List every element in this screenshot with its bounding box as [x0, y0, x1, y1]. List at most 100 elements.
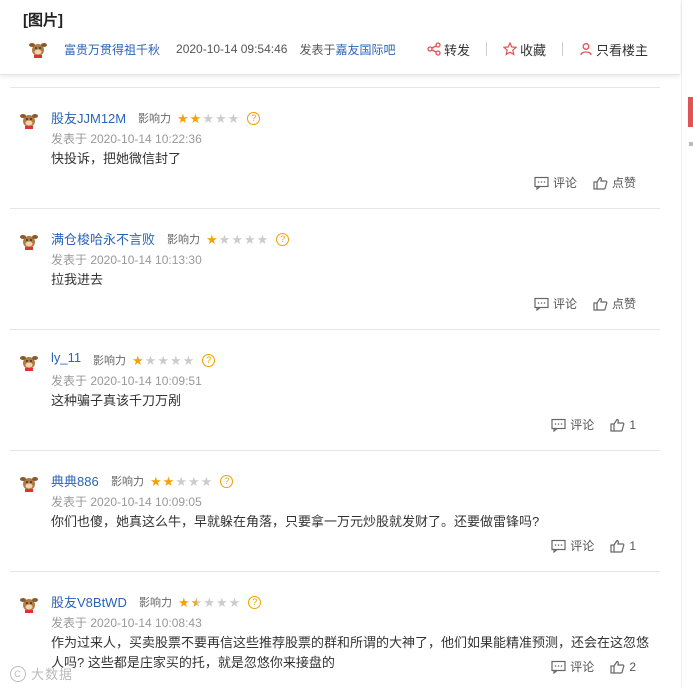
star-outline-icon	[502, 42, 517, 56]
divider	[485, 42, 487, 56]
reply-item: 股友V8BtWD 影响力 ★ ★ ★ ★ ★? 发表于 2020-10-14 10:08:43…	[10, 571, 660, 692]
influence-rating: 影响力 ★ ★ ★ ★ ★?	[167, 231, 290, 247]
reply-username[interactable]: 满仓梭哈永不言败	[51, 229, 155, 248]
reply-actions: 评论 1	[535, 537, 636, 554]
reply-time: 发表于 2020-10-14 10:09:51	[51, 374, 202, 388]
reply-content: 快投诉，把她微信封了	[51, 151, 182, 166]
comment-button[interactable]: 评论	[534, 174, 577, 191]
copyright-icon: C	[10, 665, 26, 682]
avatar[interactable]	[19, 352, 39, 372]
posted-in: 发表于嘉友国际吧	[299, 41, 395, 58]
reply-actions: 评论 1	[535, 416, 636, 433]
influence-label: 影响力	[167, 234, 200, 246]
reply-time: 发表于 2020-10-14 10:09:05	[51, 495, 202, 509]
star-icon: ★	[215, 594, 228, 610]
post-actions: 转发 收藏 只看楼主	[427, 38, 648, 60]
star-icon: ★	[218, 231, 231, 247]
comment-button[interactable]: 评论	[534, 295, 577, 312]
comment-button[interactable]: 评论	[551, 416, 594, 433]
help-icon[interactable]: ?	[276, 232, 290, 246]
avatar[interactable]	[19, 231, 39, 251]
comment-label: 评论	[552, 176, 577, 190]
influence-label: 影响力	[139, 597, 172, 609]
side-marker	[689, 142, 693, 146]
comment-label: 评论	[552, 297, 577, 311]
reply-content: 拉我进去	[51, 272, 104, 287]
person-icon	[580, 43, 592, 56]
like-count: 2	[629, 659, 636, 674]
help-icon[interactable]: ?	[247, 111, 261, 125]
reply-item: 股友JJM12M 影响力 ★ ★ ★ ★ ★? 发表于 2020-10-14 10:22:36…	[10, 87, 660, 208]
star-icon: ★	[206, 231, 218, 247]
influence-label: 影响力	[138, 113, 171, 125]
help-icon[interactable]: ?	[248, 595, 262, 609]
thumbs-up-icon	[593, 297, 608, 311]
star-icon: ★	[203, 594, 215, 610]
comment-label: 评论	[570, 539, 595, 553]
avatar[interactable]	[19, 473, 39, 493]
like-button[interactable]: 点赞	[593, 174, 636, 191]
star-icon: ★	[227, 110, 240, 126]
reply-username[interactable]: 股友V8BtWD	[51, 592, 127, 611]
comment-icon	[551, 660, 566, 674]
owner-only-button[interactable]: 只看楼主	[579, 40, 648, 59]
like-button[interactable]: 2	[610, 660, 636, 674]
like-button[interactable]: 点赞	[593, 295, 636, 312]
reply-username[interactable]: 股友JJM12M	[51, 108, 126, 127]
watermark: C 大数据	[10, 664, 73, 683]
reply-time: 发表于 2020-10-14 10:22:36	[51, 132, 202, 146]
reply-time: 发表于 2020-10-14 10:08:43	[51, 616, 202, 630]
comment-icon	[551, 418, 566, 432]
like-count: 1	[629, 538, 636, 553]
star-icon: ★	[214, 110, 227, 126]
influence-rating: 影响力 ★ ★ ★ ★ ★?	[93, 352, 216, 368]
forum-link[interactable]: 嘉友国际吧	[335, 43, 395, 57]
like-button[interactable]: 1	[610, 539, 636, 553]
reply-actions: 评论 点赞	[518, 174, 636, 191]
influence-stars: ★ ★ ★ ★ ★	[177, 112, 240, 125]
help-icon[interactable]: ?	[202, 353, 216, 367]
star-icon: ★	[178, 594, 190, 610]
avatar[interactable]	[28, 39, 48, 59]
help-icon[interactable]: ?	[220, 474, 234, 488]
avatar[interactable]	[19, 110, 39, 130]
star-icon: ★	[157, 352, 169, 368]
favorite-button[interactable]: 收藏	[502, 40, 546, 59]
like-count: 点赞	[611, 297, 636, 311]
post-title: [图片]	[23, 12, 63, 29]
influence-stars: ★ ★ ★ ★ ★	[206, 233, 269, 246]
influence-rating: 影响力 ★ ★ ★ ★ ★?	[139, 594, 262, 610]
reply-username[interactable]: 典典886	[51, 471, 99, 490]
reply-time: 发表于 2020-10-14 10:13:30	[51, 253, 202, 267]
comment-button[interactable]: 评论	[551, 537, 594, 554]
post-header: [图片] 富贵万贯得祖千秋 2020-10-14 09:54:46 发表于嘉友国…	[0, 0, 680, 75]
influence-stars: ★ ★ ★ ★ ★	[178, 596, 241, 609]
reply-content: 你们也傻，她真这么牛，早就躲在角落，只要拿一万元炒股就发财了。还要做雷锋吗?	[51, 514, 540, 529]
author-link[interactable]: 富贵万贯得祖千秋	[64, 41, 160, 58]
post-date: 2020-10-14 09:54:46	[176, 42, 288, 56]
forward-button[interactable]: 转发	[427, 40, 470, 59]
owner-only-label: 只看楼主	[595, 42, 648, 58]
comment-button[interactable]: 评论	[551, 658, 594, 675]
like-button[interactable]: 1	[610, 418, 636, 432]
thumbs-up-icon	[610, 660, 625, 674]
reply-content: 这种骗子真该千刀万剐	[51, 393, 182, 408]
favorite-label: 收藏	[519, 42, 546, 58]
reply-username[interactable]: ly_11	[51, 350, 81, 365]
comment-icon	[534, 297, 549, 311]
influence-stars: ★ ★ ★ ★ ★	[132, 354, 195, 367]
reply-item: ly_11 影响力 ★ ★ ★ ★ ★? 发表于 2020-10-14 10:09:51 这种骗…	[10, 329, 660, 450]
thumbs-up-icon	[610, 539, 625, 553]
like-count: 点赞	[611, 176, 636, 190]
influence-rating: 影响力 ★ ★ ★ ★ ★?	[111, 473, 234, 489]
reply-list: 股友JJM12M 影响力 ★ ★ ★ ★ ★? 发表于 2020-10-14 10:22:36…	[10, 87, 660, 692]
comment-icon	[534, 176, 549, 190]
star-icon: ★	[231, 231, 243, 247]
influence-label: 影响力	[93, 355, 126, 367]
influence-stars: ★ ★ ★ ★ ★	[150, 475, 213, 488]
reply-item: 满仓梭哈永不言败 影响力 ★ ★ ★ ★ ★? 发表于 2020-10-14 10:13:30…	[10, 208, 660, 329]
star-icon: ★	[175, 473, 187, 489]
star-icon: ★	[256, 231, 269, 247]
like-count: 1	[629, 417, 636, 432]
avatar[interactable]	[19, 594, 39, 614]
